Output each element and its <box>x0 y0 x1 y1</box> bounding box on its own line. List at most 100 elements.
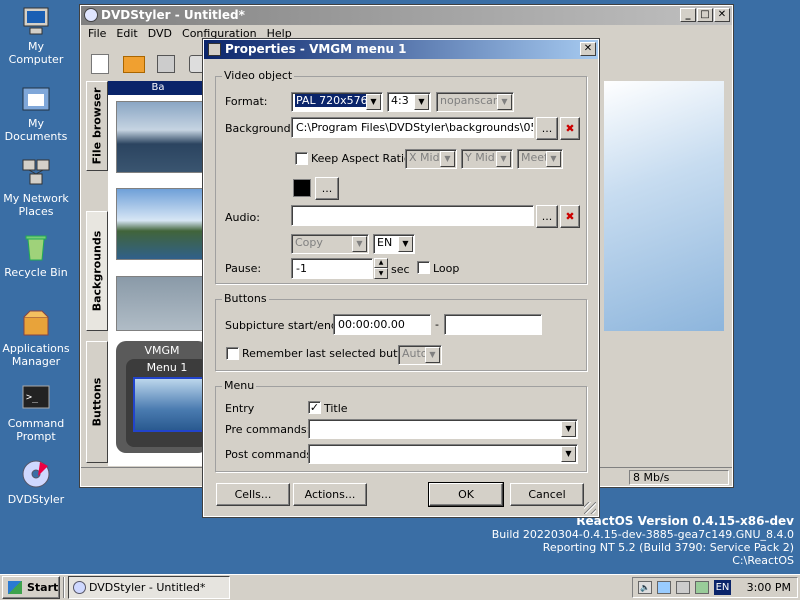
format-value: PAL 720x576 <box>295 94 369 107</box>
background-color-swatch[interactable] <box>293 179 311 197</box>
keyboard-layout-indicator[interactable]: EN <box>714 580 731 595</box>
audio-path-field[interactable] <box>291 205 534 226</box>
chevron-down-icon[interactable]: ▼ <box>561 421 576 437</box>
chevron-down-icon[interactable]: ▼ <box>366 94 381 110</box>
spin-down-icon[interactable]: ▼ <box>374 268 388 279</box>
menu-preview: VMGM Menu 1 <box>108 331 208 466</box>
vmgm-item[interactable]: VMGM Menu 1 <box>116 341 208 453</box>
desktop-icon-applications-manager[interactable]: Applications Manager <box>0 307 72 368</box>
ok-button[interactable]: OK <box>428 482 504 507</box>
pre-commands-select[interactable]: ▼ <box>308 419 578 439</box>
tab-buttons[interactable]: Buttons <box>86 341 108 463</box>
entry-label: Entry <box>225 402 255 415</box>
dvd-disc-icon <box>20 458 52 490</box>
dialog-close-button[interactable]: ✕ <box>580 42 596 56</box>
fit-mode-value: Meet <box>521 151 549 164</box>
auto-value: Auto <box>402 347 428 360</box>
chevron-down-icon[interactable]: ▼ <box>561 446 576 462</box>
x-align-value: X Mid <box>409 151 440 164</box>
cancel-button[interactable]: Cancel <box>510 483 584 506</box>
keep-aspect-checkbox[interactable] <box>295 152 308 165</box>
menu1-label: Menu 1 <box>146 361 188 374</box>
background-browse-button[interactable]: ... <box>536 117 558 140</box>
menu-canvas <box>604 81 724 331</box>
start-button[interactable]: Start <box>2 576 60 599</box>
subpicture-end-input[interactable] <box>444 314 542 335</box>
chevron-down-icon[interactable]: ▼ <box>414 94 429 110</box>
background-clear-button[interactable]: ✖ <box>560 117 580 140</box>
clock[interactable]: 3:00 PM <box>747 581 791 594</box>
actions-button[interactable]: Actions... <box>293 483 367 506</box>
subpicture-start-input[interactable]: 00:00:00.00 <box>333 314 431 335</box>
version-line: C:\ReactOS <box>732 554 794 567</box>
main-title-bar[interactable]: DVDStyler - Untitled* _ □ ✕ <box>81 6 732 25</box>
chevron-down-icon[interactable]: ▼ <box>398 236 413 252</box>
chevron-down-icon: ▼ <box>425 347 440 363</box>
language-select[interactable]: EN ▼ <box>373 234 415 254</box>
desktop-icon-command-prompt[interactable]: >_ Command Prompt <box>0 382 72 443</box>
background-path-field[interactable]: C:\Program Files\DVDStyler\backgrounds\0… <box>291 117 534 138</box>
format-select[interactable]: PAL 720x576 ▼ <box>291 92 383 112</box>
dialog-icon <box>208 43 221 56</box>
audio-clear-button[interactable]: ✖ <box>560 205 580 228</box>
vmgm-label: VMGM <box>144 344 180 357</box>
start-logo-icon <box>8 581 22 594</box>
network-tray-icon[interactable] <box>676 581 690 594</box>
format-label: Format: <box>225 95 268 108</box>
menu1-item[interactable]: Menu 1 <box>126 359 208 447</box>
tab-label: Buttons <box>90 377 104 427</box>
background-thumbnail[interactable] <box>116 276 209 331</box>
menu-dvd[interactable]: DVD <box>143 27 177 40</box>
y-align-select: Y Mid ▼ <box>461 149 513 169</box>
remember-button-checkbox[interactable] <box>226 347 239 360</box>
desktop-icon-network-places[interactable]: My Network Places <box>0 157 72 218</box>
taskbar-task-dvdstyler[interactable]: DVDStyler - Untitled* <box>68 576 230 599</box>
minimize-button[interactable]: _ <box>680 8 696 22</box>
resize-grip-icon[interactable] <box>584 502 596 514</box>
cells-button[interactable]: Cells... <box>216 483 290 506</box>
tab-backgrounds[interactable]: Backgrounds <box>86 211 108 331</box>
color-picker-button[interactable]: ... <box>315 177 339 200</box>
close-button[interactable]: ✕ <box>714 8 730 22</box>
spin-up-icon[interactable]: ▲ <box>374 258 388 268</box>
title-entry-label: Title <box>324 402 348 415</box>
menu-file[interactable]: File <box>83 27 111 40</box>
loop-checkbox[interactable] <box>417 261 430 274</box>
desktop-icon-recycle-bin[interactable]: Recycle Bin <box>0 231 72 279</box>
desktop-icon-label: My Computer <box>8 40 64 66</box>
post-commands-select[interactable]: ▼ <box>308 444 578 464</box>
desktop-icon-my-documents[interactable]: My Documents <box>0 82 72 143</box>
app-icon <box>84 8 98 22</box>
start-label: Start <box>27 581 59 594</box>
computer-icon <box>20 5 52 37</box>
desktop-icon-my-computer[interactable]: My Computer <box>0 5 72 66</box>
panscan-value: nopanscan <box>440 94 500 107</box>
new-icon[interactable] <box>91 54 109 74</box>
post-commands-label: Post commands: <box>225 448 316 461</box>
background-thumbnail[interactable] <box>116 188 209 260</box>
background-thumbnail[interactable] <box>116 101 209 173</box>
audio-label: Audio: <box>225 211 260 224</box>
open-folder-icon[interactable] <box>123 56 145 73</box>
volume-icon[interactable]: 🔈 <box>638 581 652 594</box>
display-icon[interactable] <box>657 581 671 594</box>
remember-button-label: Remember last selected button <box>242 347 416 360</box>
dialog-title-bar[interactable]: Properties - VMGM menu 1 ✕ <box>204 40 598 59</box>
terminal-icon: >_ <box>20 382 52 414</box>
save-icon[interactable] <box>157 55 175 73</box>
dialog-title: Properties - VMGM menu 1 <box>225 42 407 56</box>
chevron-down-icon: ▼ <box>497 94 512 110</box>
desktop-icon-dvdstyler[interactable]: DVDStyler <box>0 458 72 506</box>
title-entry-checkbox[interactable]: ✓ <box>308 401 321 414</box>
tab-file-browser[interactable]: File browser <box>86 81 108 171</box>
pause-label: Pause: <box>225 262 262 275</box>
audio-browse-button[interactable]: ... <box>536 205 558 228</box>
network-icon <box>20 157 52 189</box>
menu1-thumbnail <box>133 377 207 432</box>
pause-input[interactable]: -1 <box>291 258 373 279</box>
menu-edit[interactable]: Edit <box>111 27 142 40</box>
safely-remove-icon[interactable] <box>695 581 709 594</box>
maximize-button[interactable]: □ <box>697 8 713 22</box>
pause-spin-button[interactable]: ▲ ▼ <box>374 258 388 279</box>
aspect-select[interactable]: 4:3 ▼ <box>387 92 431 112</box>
